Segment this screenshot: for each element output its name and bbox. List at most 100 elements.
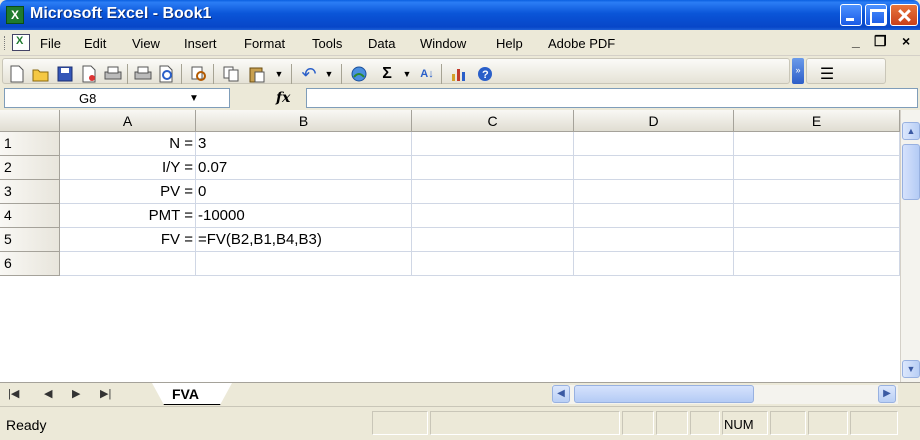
cell-d1[interactable] [574, 132, 734, 156]
cell-a4[interactable]: PMT = [60, 204, 196, 228]
cell-d6[interactable] [574, 252, 734, 276]
cell-c6[interactable] [412, 252, 574, 276]
new-icon[interactable] [7, 64, 27, 84]
cell-d3[interactable] [574, 180, 734, 204]
cell-a6[interactable] [60, 252, 196, 276]
cell-e3[interactable] [734, 180, 900, 204]
column-header-c[interactable]: C [412, 110, 574, 132]
cell-e6[interactable] [734, 252, 900, 276]
cell-d4[interactable] [574, 204, 734, 228]
autosum-icon[interactable]: Σ [377, 64, 397, 84]
menu-help[interactable]: Help [496, 36, 523, 51]
cell-e5[interactable] [734, 228, 900, 252]
cell-e1[interactable] [734, 132, 900, 156]
horizontal-scrollbar[interactable]: ◀ ▶ [552, 385, 898, 404]
row-header-5[interactable]: 5 [0, 228, 60, 252]
menu-grip[interactable] [4, 36, 7, 50]
cell-b5[interactable]: =FV(B2,B1,B4,B3) [196, 228, 412, 252]
sort-ascending-icon[interactable]: A↓ [417, 64, 437, 84]
cell-c5[interactable] [412, 228, 574, 252]
toolbar-options-chevron[interactable]: » [792, 58, 804, 84]
column-header-e[interactable]: E [734, 110, 900, 132]
formula-input[interactable] [306, 88, 918, 108]
cell-a5[interactable]: FV = [60, 228, 196, 252]
cell-d5[interactable] [574, 228, 734, 252]
menu-insert[interactable]: Insert [184, 36, 217, 51]
workbook-icon[interactable] [12, 34, 30, 51]
cell-a2[interactable]: I/Y = [60, 156, 196, 180]
paste-icon[interactable] [247, 64, 267, 84]
scroll-right-icon[interactable]: ▶ [878, 385, 896, 403]
toolbar-separator [341, 64, 342, 84]
next-sheet-icon[interactable]: ▶ [72, 387, 80, 400]
align-icon[interactable]: ☰ [817, 64, 837, 84]
cell-e2[interactable] [734, 156, 900, 180]
prev-sheet-icon[interactable]: ◀ [44, 387, 52, 400]
paste-dropdown-icon[interactable]: ▼ [269, 64, 289, 84]
print-preview-icon[interactable] [133, 64, 153, 84]
research-icon[interactable] [189, 64, 209, 84]
copy-icon[interactable] [221, 64, 241, 84]
cell-c2[interactable] [412, 156, 574, 180]
vertical-scrollbar[interactable]: ▲ ▼ [900, 110, 920, 382]
undo-icon[interactable]: ↶ [299, 64, 319, 84]
scroll-down-icon[interactable]: ▼ [902, 360, 920, 378]
menu-edit[interactable]: Edit [84, 36, 106, 51]
cell-b2[interactable]: 0.07 [196, 156, 412, 180]
close-button[interactable] [890, 4, 918, 26]
scroll-up-icon[interactable]: ▲ [902, 122, 920, 140]
first-sheet-icon[interactable]: |◀ [8, 387, 19, 400]
hyperlink-icon[interactable] [349, 64, 369, 84]
cell-b1[interactable]: 3 [196, 132, 412, 156]
magnifier-preview-icon[interactable] [157, 64, 177, 84]
open-icon[interactable] [31, 64, 51, 84]
menu-view[interactable]: View [132, 36, 160, 51]
column-header-d[interactable]: D [574, 110, 734, 132]
cell-b6[interactable] [196, 252, 412, 276]
maximize-button[interactable] [865, 4, 887, 26]
row-header-3[interactable]: 3 [0, 180, 60, 204]
save-icon[interactable] [55, 64, 75, 84]
insert-function-icon[interactable]: fx [276, 90, 290, 106]
menu-format[interactable]: Format [244, 36, 285, 51]
name-box[interactable]: G8 ▼ [4, 88, 230, 108]
column-header-a[interactable]: A [60, 110, 196, 132]
column-header-b[interactable]: B [196, 110, 412, 132]
doc-restore-button[interactable]: ❐ [874, 33, 887, 50]
print-icon[interactable] [103, 64, 123, 84]
vertical-scroll-thumb[interactable] [902, 144, 920, 200]
chevron-down-icon[interactable]: ▼ [189, 93, 199, 104]
row-header-1[interactable]: 1 [0, 132, 60, 156]
last-sheet-icon[interactable]: ▶| [100, 387, 111, 400]
cell-c4[interactable] [412, 204, 574, 228]
cell-a3[interactable]: PV = [60, 180, 196, 204]
cell-a1[interactable]: N = [60, 132, 196, 156]
chart-wizard-icon[interactable] [449, 64, 469, 84]
cell-d2[interactable] [574, 156, 734, 180]
cell-b4[interactable]: -10000 [196, 204, 412, 228]
autosum-dropdown-icon[interactable]: ▼ [397, 64, 417, 84]
excel-app-icon[interactable]: X [6, 6, 24, 24]
horizontal-scroll-thumb[interactable] [574, 385, 754, 403]
cell-b3[interactable]: 0 [196, 180, 412, 204]
doc-minimize-button[interactable]: _ [852, 33, 860, 49]
cell-c1[interactable] [412, 132, 574, 156]
menu-data[interactable]: Data [368, 36, 395, 51]
undo-dropdown-icon[interactable]: ▼ [319, 64, 339, 84]
menu-adobe-pdf[interactable]: Adobe PDF [548, 36, 615, 51]
scroll-left-icon[interactable]: ◀ [552, 385, 570, 403]
menu-tools[interactable]: Tools [312, 36, 342, 51]
cell-e4[interactable] [734, 204, 900, 228]
select-all-corner[interactable] [0, 110, 60, 132]
row-header-4[interactable]: 4 [0, 204, 60, 228]
doc-close-button[interactable]: × [902, 33, 910, 49]
toolbar-band: ▼ ↶ ▼ Σ ▼ A↓ ? [2, 58, 790, 84]
permission-icon[interactable] [79, 64, 99, 84]
row-header-6[interactable]: 6 [0, 252, 60, 276]
menu-file[interactable]: File [40, 36, 61, 51]
cell-c3[interactable] [412, 180, 574, 204]
help-icon[interactable]: ? [475, 64, 495, 84]
minimize-button[interactable] [840, 4, 862, 26]
row-header-2[interactable]: 2 [0, 156, 60, 180]
menu-window[interactable]: Window [420, 36, 466, 51]
